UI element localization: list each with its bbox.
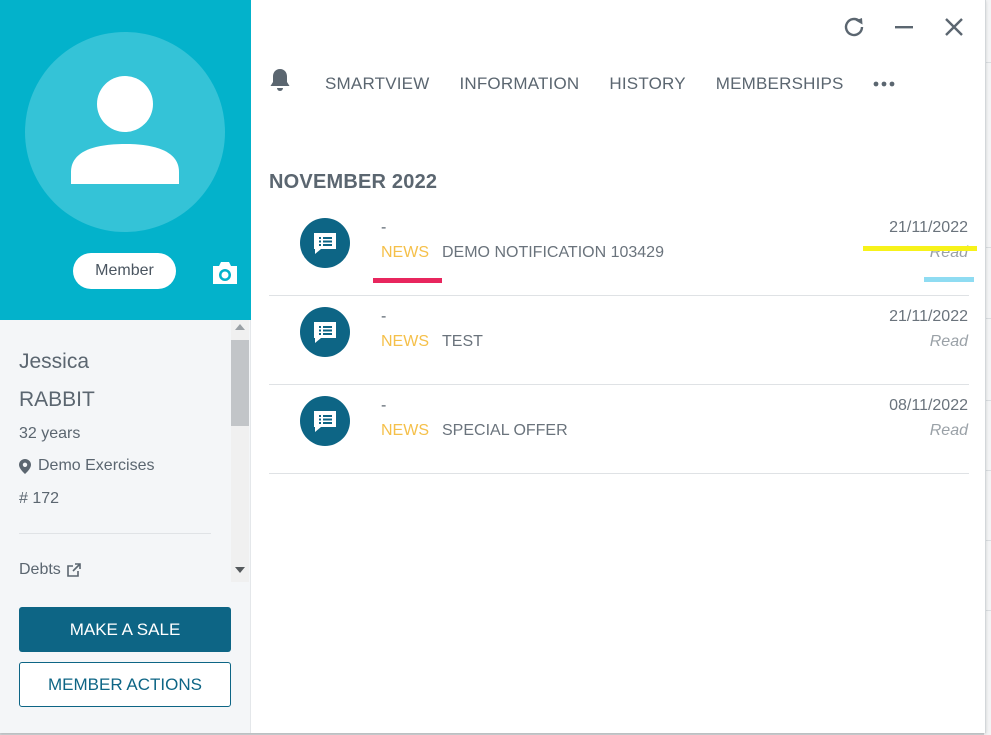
screen: Member Jessica RABBIT 32 years Demo Exer… [0,0,991,735]
member-window: Member Jessica RABBIT 32 years Demo Exer… [0,0,986,733]
avatar [25,32,225,232]
member-age: 32 years [19,425,81,442]
tab-smartview[interactable]: SMARTVIEW [325,74,429,94]
scroll-down-arrow-icon[interactable] [235,567,245,573]
more-horizontal-icon[interactable] [873,74,895,92]
make-sale-button[interactable]: MAKE A SALE [19,607,231,652]
tab-memberships[interactable]: MEMBERSHIPS [716,74,844,94]
info-scrollbar[interactable] [231,320,249,582]
member-last-name: RABBIT [19,388,95,411]
month-heading: NOVEMBER 2022 [269,171,438,193]
member-actions-button[interactable]: MEMBER ACTIONS [19,662,231,707]
notification-date: 21/11/2022 [889,308,968,325]
scroll-up-arrow-icon[interactable] [235,324,245,330]
member-side-panel: Member Jessica RABBIT 32 years Demo Exer… [0,0,251,733]
message-list-icon [300,396,350,446]
notification-title: SPECIAL OFFER [442,422,568,439]
notification-category: NEWS [381,422,429,439]
debts-link[interactable]: Debts [19,561,81,579]
debts-label: Debts [19,561,61,578]
notification-row[interactable]: - NEWS TEST 21/11/2022 Read [269,296,969,385]
notification-subtitle: - [381,219,387,236]
member-tabs: SMARTVIEW INFORMATION HISTORY MEMBERSHIP… [325,64,874,104]
refresh-icon[interactable] [841,14,867,40]
notification-status: Read [929,422,968,439]
notification-subtitle: - [381,308,387,325]
category-highlight-mark [373,278,442,283]
status-highlight-mark [924,277,974,282]
message-list-icon [300,218,350,268]
message-list-icon [300,307,350,357]
date-highlight-mark [863,246,977,251]
scroll-thumb[interactable] [231,340,249,426]
camera-icon[interactable] [210,260,240,286]
member-location-label: Demo Exercises [38,457,155,474]
notification-date: 21/11/2022 [889,219,968,236]
map-pin-icon [19,458,31,474]
member-number: # 172 [19,490,60,507]
close-icon[interactable] [941,14,967,40]
notification-date: 08/11/2022 [889,397,968,414]
member-first-name: Jessica [19,350,90,373]
notification-status: Read [929,333,968,350]
external-link-icon [66,563,81,577]
notification-category: NEWS [381,333,429,350]
member-status-badge: Member [73,253,176,289]
notification-row[interactable]: - NEWS SPECIAL OFFER 08/11/2022 Read [269,385,969,474]
tab-history[interactable]: HISTORY [609,74,685,94]
profile-header: Member [0,0,251,320]
notification-subtitle: - [381,397,387,414]
info-divider [19,533,211,534]
user-silhouette-icon [71,76,179,184]
minimize-icon[interactable] [891,14,917,40]
member-info: Jessica RABBIT 32 years Demo Exercises #… [0,320,231,582]
member-location: Demo Exercises [19,457,154,475]
notification-category: NEWS [381,244,429,261]
tab-information[interactable]: INFORMATION [459,74,579,94]
notification-title: TEST [442,333,483,350]
bell-icon[interactable] [268,67,292,98]
notification-title: DEMO NOTIFICATION 103429 [442,244,664,261]
